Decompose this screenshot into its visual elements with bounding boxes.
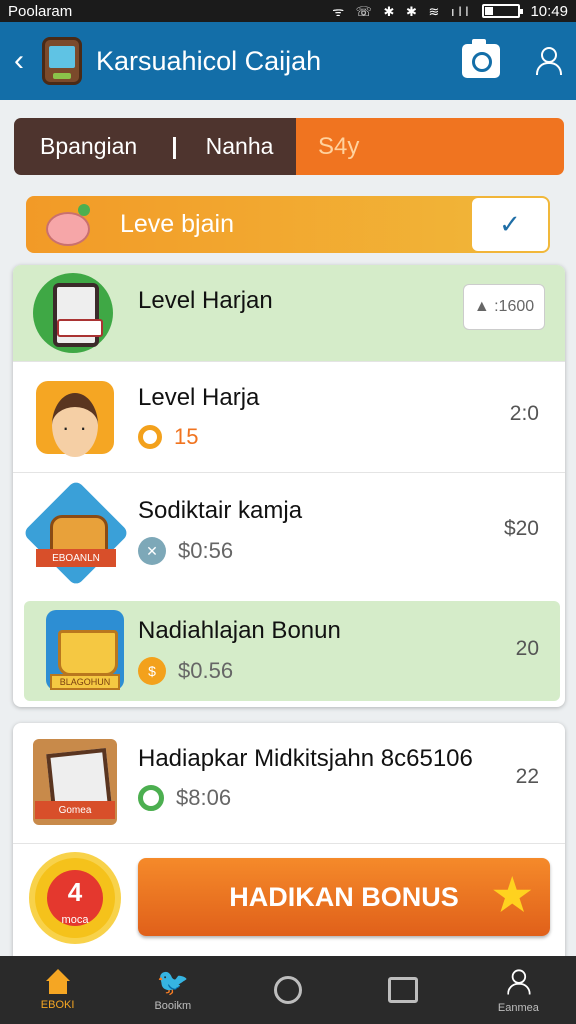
battery-icon [482, 4, 524, 18]
back-chevron-icon[interactable]: ‹ [14, 44, 36, 78]
segment-middle-label: Nanha [205, 133, 274, 159]
status-bar: Poolaram ᯤ ☏ ✱ ✱ ≋ ıll 10:49 [0, 0, 576, 22]
list-item-sub-value: $0.56 [178, 658, 234, 683]
list-item-sodiktair[interactable]: EBOANLN Sodiktair kamja ✕ $0:56 $20 [13, 472, 565, 590]
nav-item-label: EBOKI [40, 999, 75, 1011]
list-item-sub: 15 [138, 424, 259, 450]
list-item-title: Level Harjan [138, 287, 273, 314]
segment-bar: Bpangian | Nanha S4y [14, 118, 564, 175]
square-icon [388, 977, 419, 1003]
nav-item-label: Booikm [154, 1000, 192, 1012]
coin-icon: $ [138, 657, 166, 685]
list-item-value: $20 [503, 517, 539, 540]
page-title: Karsuahicol Caijah [96, 45, 322, 76]
treasure-chest-icon: EBOANLN [34, 491, 118, 575]
bonus-card: Gomea Hadiapkar Midkitsjahn 8c65106 $8:0… [13, 723, 565, 963]
coin-icon [138, 425, 162, 449]
list-item-value: 22 [515, 765, 539, 788]
list-item-title: Nadiahlajan Bonun [138, 617, 341, 644]
segment-right-label: S4y [318, 132, 360, 160]
basket-ribbon-label: BLAGOHUN [50, 674, 120, 690]
list-item-hadiapkar[interactable]: Gomea Hadiapkar Midkitsjahn 8c65106 $8:0… [13, 723, 565, 841]
level-banner-label: Leve bjain [120, 210, 234, 238]
segment-separator: | [171, 133, 178, 159]
level-banner[interactable]: Leve bjain ✓ [26, 196, 550, 253]
avatar-face-icon [36, 381, 114, 457]
segment-left-label: Bpangian [40, 133, 138, 159]
nav-item-bird[interactable]: 🐦 Booikm [115, 956, 230, 1024]
list-item-text: Level Harjan [138, 287, 273, 315]
carrier-label: Poolaram [8, 2, 73, 20]
piggy-bank-icon [42, 202, 96, 248]
sun-badge-number: 4 [35, 858, 115, 908]
list-item-value: 20 [515, 637, 539, 660]
list-item-title: Sodiktair kamja [138, 497, 303, 524]
list-item-text: Nadiahlajan Bonun $ $0.56 [138, 617, 341, 685]
bird-icon: 🐦 [156, 967, 189, 997]
status-icons-group: ᯤ ☏ ✱ ✱ ≋ ıll 10:49 [332, 2, 568, 20]
list-item-sub: $ $0.56 [138, 657, 341, 685]
list-item-level-harjan[interactable]: Level Harjan ▲ :1600 [13, 265, 565, 361]
segment-left[interactable]: Bpangian | Nanha [14, 118, 296, 175]
home-icon [43, 969, 73, 995]
profile-icon[interactable] [534, 45, 562, 77]
camera-icon[interactable] [462, 39, 500, 78]
sun-badge-value: 4 [67, 877, 83, 907]
basket-icon: BLAGOHUN [46, 610, 124, 690]
coin-icon [138, 785, 164, 811]
level-list-card: Level Harjan ▲ :1600 Level Harja 15 2:0 … [13, 265, 565, 707]
list-item-value: 2:0 [509, 402, 539, 425]
list-item-nadiahlajan-bonun[interactable]: BLAGOHUN Nadiahlajan Bonun $ $0.56 20 [24, 601, 560, 701]
app-header: ‹ Karsuahicol Caijah [0, 22, 576, 100]
photo-ribbon-label: Gomea [35, 801, 115, 819]
list-item-sub: $8:06 [138, 785, 473, 811]
hadikan-bonus-button[interactable]: HADIKAN BONUS ★ [138, 858, 550, 936]
app-logo-icon [42, 37, 82, 85]
chest-ribbon-label: EBOANLN [36, 549, 116, 567]
nav-item-label: Eanmea [497, 1002, 539, 1014]
bell-count-button[interactable]: ▲ :1600 [463, 284, 545, 330]
star-icon: ★ [492, 871, 532, 920]
sun-badge-sub: moca [61, 914, 89, 926]
phone-icon [33, 273, 113, 353]
list-item-text: Sodiktair kamja ✕ $0:56 [138, 497, 302, 565]
bonus-button-label: HADIKAN BONUS [229, 881, 459, 912]
list-item-text: Hadiapkar Midkitsjahn 8c65106 $8:06 [138, 745, 473, 811]
list-item-sub-value: $0:56 [178, 538, 234, 563]
nav-item-home[interactable]: EBOKI [0, 956, 115, 1024]
coin-icon: ✕ [138, 537, 166, 565]
segment-right[interactable]: S4y [296, 118, 564, 175]
user-icon [506, 968, 532, 997]
nav-item-user[interactable]: Eanmea [461, 956, 576, 1024]
list-item-level-harja[interactable]: Level Harja 15 2:0 [13, 361, 565, 472]
nav-item-circle[interactable] [230, 956, 345, 1024]
status-icons: ᯤ ☏ ✱ ✱ ≋ ıll [332, 4, 473, 19]
bottom-nav: EBOKI 🐦 Booikm Eanmea [0, 956, 576, 1024]
list-item-text: Level Harja 15 [138, 384, 259, 450]
photo-frame-icon: Gomea [33, 739, 117, 825]
circle-icon [274, 976, 302, 1004]
check-button[interactable]: ✓ [472, 198, 548, 251]
list-item-title: Level Harja [138, 384, 260, 411]
list-item-sub-value: $8:06 [176, 785, 232, 810]
clock: 10:49 [530, 2, 568, 20]
bonus-row: 4 moca HADIKAN BONUS ★ [13, 843, 565, 963]
list-item-sub: ✕ $0:56 [138, 537, 302, 565]
list-item-sub-value: 15 [174, 424, 199, 449]
nav-item-square[interactable] [346, 956, 461, 1024]
list-item-title: Hadiapkar Midkitsjahn 8c65106 [138, 745, 473, 772]
